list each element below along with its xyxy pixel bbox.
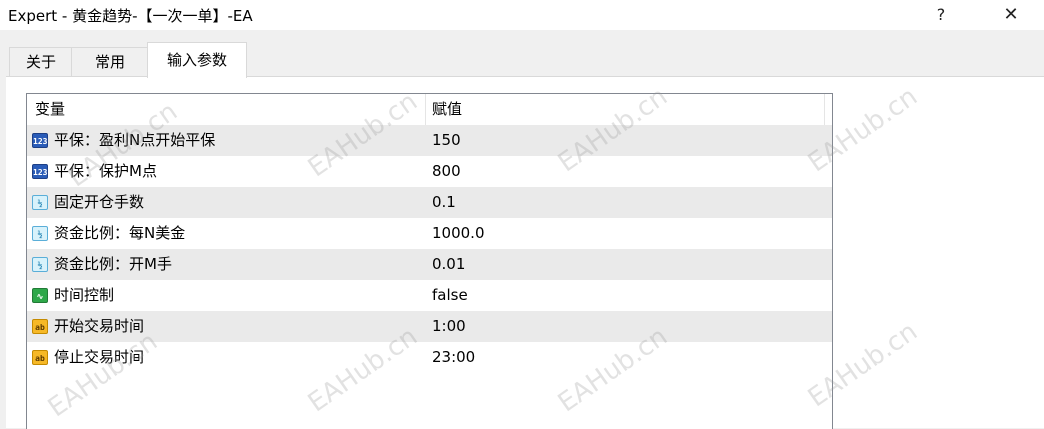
- table-row[interactable]: ½ 资金比例：开M手 0.01: [27, 249, 832, 280]
- title-bar: Expert - 黄金趋势-【一次一单】-EA ? ✕: [0, 0, 1044, 30]
- double-icon: ½: [32, 257, 48, 272]
- tab-about[interactable]: 关于: [9, 47, 73, 76]
- table-row[interactable]: 123 平保：盈利N点开始平保 150: [27, 125, 832, 156]
- table-row[interactable]: 123 平保：保护M点 800: [27, 156, 832, 187]
- bool-icon: ∿: [32, 288, 48, 303]
- param-value[interactable]: 0.01: [432, 249, 465, 280]
- table-row[interactable]: ½ 资金比例：每N美金 1000.0: [27, 218, 832, 249]
- table-header: 变量 赋值: [27, 94, 832, 125]
- parameters-table: 变量 赋值 123 平保：盈利N点开始平保 150 123 平保：保护M点 80…: [26, 93, 833, 429]
- table-row[interactable]: ab 开始交易时间 1:00: [27, 311, 832, 342]
- header-variable[interactable]: 变量: [35, 94, 65, 125]
- param-name: 停止交易时间: [54, 348, 145, 366]
- param-value[interactable]: 800: [432, 156, 461, 187]
- param-name: 时间控制: [54, 286, 115, 304]
- param-value[interactable]: 1000.0: [432, 218, 485, 249]
- help-button[interactable]: ?: [918, 0, 964, 30]
- tab-inputs[interactable]: 输入参数: [147, 42, 247, 78]
- param-name: 资金比例：每N美金: [54, 224, 186, 242]
- param-value[interactable]: false: [432, 280, 468, 311]
- close-button[interactable]: ✕: [988, 0, 1034, 30]
- param-name: 平保：保护M点: [54, 162, 157, 180]
- integer-icon: 123: [32, 133, 48, 148]
- window-title: Expert - 黄金趋势-【一次一单】-EA: [8, 7, 253, 25]
- param-value[interactable]: 23:00: [432, 342, 475, 373]
- tab-strip: 关于 常用 输入参数: [0, 40, 1044, 78]
- inputs-panel: 变量 赋值 123 平保：盈利N点开始平保 150 123 平保：保护M点 80…: [6, 76, 1044, 429]
- param-value[interactable]: 150: [432, 125, 461, 156]
- param-value[interactable]: 1:00: [432, 311, 466, 342]
- table-row[interactable]: ½ 固定开仓手数 0.1: [27, 187, 832, 218]
- param-name: 固定开仓手数: [54, 193, 145, 211]
- param-name: 资金比例：开M手: [54, 255, 172, 273]
- column-divider[interactable]: [824, 94, 825, 125]
- param-name: 平保：盈利N点开始平保: [54, 131, 216, 149]
- double-icon: ½: [32, 226, 48, 241]
- double-icon: ½: [32, 195, 48, 210]
- integer-icon: 123: [32, 164, 48, 179]
- string-icon: ab: [32, 350, 48, 365]
- header-value[interactable]: 赋值: [432, 94, 462, 125]
- string-icon: ab: [32, 319, 48, 334]
- param-value[interactable]: 0.1: [432, 187, 456, 218]
- param-name: 开始交易时间: [54, 317, 145, 335]
- table-row[interactable]: ab 停止交易时间 23:00: [27, 342, 832, 373]
- tab-common[interactable]: 常用: [71, 47, 149, 76]
- table-row[interactable]: ∿ 时间控制 false: [27, 280, 832, 311]
- column-divider[interactable]: [425, 94, 426, 125]
